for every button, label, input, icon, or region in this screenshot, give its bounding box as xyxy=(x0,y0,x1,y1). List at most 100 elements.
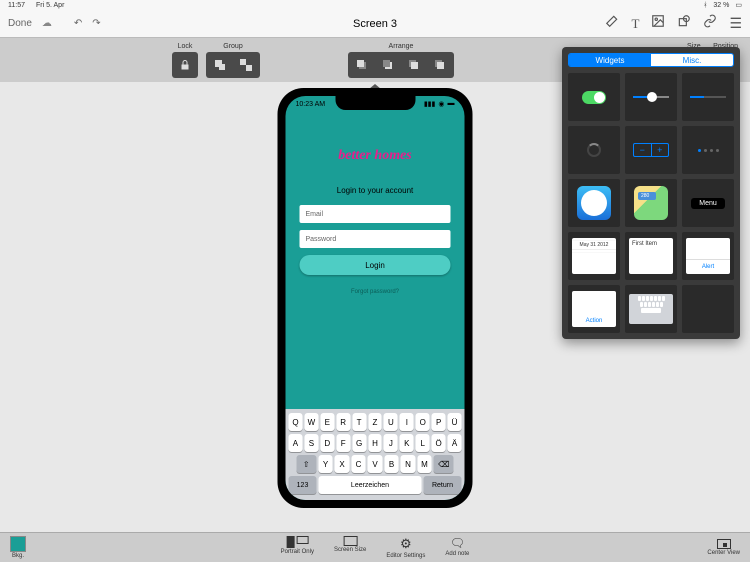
kb-key[interactable]: B xyxy=(384,455,399,473)
kb-key[interactable]: P xyxy=(432,413,446,431)
widget-menu[interactable]: Menu xyxy=(682,179,734,227)
kb-key[interactable]: E xyxy=(320,413,334,431)
link-tool-icon[interactable] xyxy=(703,14,717,33)
kb-key[interactable]: U xyxy=(384,413,398,431)
kb-key[interactable]: G xyxy=(352,434,366,452)
kb-row-3: ⇧YXCVBNM⌫ xyxy=(289,455,462,473)
kb-key[interactable]: D xyxy=(320,434,334,452)
battery-icon: ▭ xyxy=(735,1,742,9)
battery-text: 32 % xyxy=(713,2,729,9)
image-tool-icon[interactable] xyxy=(651,14,665,33)
lock-button[interactable] xyxy=(172,52,198,78)
kb-key[interactable]: R xyxy=(336,413,350,431)
forgot-password-link[interactable]: Forgot password? xyxy=(286,289,465,295)
widget-progress[interactable] xyxy=(682,73,734,121)
redo-button[interactable]: ↷ xyxy=(92,18,100,29)
tab-misc[interactable]: Misc. xyxy=(651,54,733,66)
text-tool-icon[interactable]: T xyxy=(631,16,639,32)
arrange-label: Arrange xyxy=(389,43,414,50)
add-note-button[interactable]: Add note xyxy=(445,536,469,559)
kb-key[interactable]: Ö xyxy=(432,434,446,452)
widget-alert[interactable]: Alert xyxy=(682,232,734,280)
widget-empty[interactable] xyxy=(682,285,734,333)
kb-key[interactable]: X xyxy=(335,455,350,473)
kb-backspace[interactable]: ⌫ xyxy=(434,455,454,473)
kb-key[interactable]: Y xyxy=(318,455,333,473)
center-view-icon xyxy=(717,539,731,549)
status-date: Fri 5. Apr xyxy=(36,2,64,9)
signal-icon: ▮▮▮ xyxy=(424,100,436,108)
bkg-swatch-icon xyxy=(10,536,26,552)
shape-tool-icon[interactable] xyxy=(677,14,691,33)
kb-key[interactable]: C xyxy=(351,455,366,473)
kb-key[interactable]: W xyxy=(304,413,318,431)
center-view-button[interactable]: Center View xyxy=(707,539,740,556)
phone-battery-icon: ▬ xyxy=(448,100,455,108)
kb-key[interactable]: A xyxy=(289,434,303,452)
kb-row-1: QWERTZUIOPÜ xyxy=(289,413,462,431)
menu-icon[interactable]: ☰ xyxy=(729,15,742,32)
kb-key[interactable]: H xyxy=(368,434,382,452)
widget-page-control[interactable] xyxy=(682,126,734,174)
kb-key[interactable]: S xyxy=(304,434,318,452)
widget-slider[interactable] xyxy=(625,73,677,121)
group-button[interactable] xyxy=(209,55,231,75)
kb-shift[interactable]: ⇧ xyxy=(296,455,316,473)
screen-size-button[interactable]: Screen Size xyxy=(334,536,366,559)
phone-frame[interactable]: 10:23 AM ▮▮▮◉▬ better homes Login to you… xyxy=(278,88,473,508)
screen-title: Screen 3 xyxy=(353,18,397,30)
kb-return[interactable]: Return xyxy=(424,476,462,494)
arrange-backward[interactable] xyxy=(377,55,399,75)
group-label: Group xyxy=(223,43,242,50)
kb-key[interactable]: L xyxy=(416,434,430,452)
editor-settings-button[interactable]: Editor Settings xyxy=(386,536,425,559)
kb-space[interactable]: Leerzeichen xyxy=(319,476,422,494)
widget-keyboard[interactable] xyxy=(625,285,677,333)
kb-key[interactable]: N xyxy=(401,455,416,473)
wifi-icon: ◉ xyxy=(438,100,444,108)
password-field[interactable]: Password xyxy=(300,230,451,248)
kb-key[interactable]: J xyxy=(384,434,398,452)
top-toolbar: Done ☁ ↶ ↷ Screen 3 T ☰ xyxy=(0,10,750,38)
kb-key[interactable]: F xyxy=(336,434,350,452)
widget-action-sheet[interactable]: Action xyxy=(568,285,620,333)
kb-key[interactable]: V xyxy=(368,455,383,473)
kb-key[interactable]: I xyxy=(400,413,414,431)
kb-key[interactable]: Q xyxy=(289,413,303,431)
widget-panel: Widgets Misc. −+ Menu May 31 2012 First … xyxy=(562,47,740,339)
phone-keyboard: QWERTZUIOPÜ ASDFGHJKLÖÄ ⇧YXCVBNM⌫ 123 Le… xyxy=(286,409,465,500)
widget-stepper[interactable]: −+ xyxy=(625,126,677,174)
arrange-front[interactable] xyxy=(429,55,451,75)
arrange-forward[interactable] xyxy=(403,55,425,75)
done-button[interactable]: Done xyxy=(8,18,32,29)
kb-key[interactable]: Ü xyxy=(448,413,462,431)
widget-date-picker[interactable]: May 31 2012 xyxy=(568,232,620,280)
magic-wand-icon[interactable] xyxy=(605,14,619,33)
kb-key[interactable]: K xyxy=(400,434,414,452)
bottom-toolbar: Bkg. Portrait Only Screen Size Editor Se… xyxy=(0,532,750,562)
login-button[interactable]: Login xyxy=(300,255,451,275)
cloud-icon[interactable]: ☁ xyxy=(42,18,52,29)
ungroup-button[interactable] xyxy=(235,55,257,75)
kb-key[interactable]: Z xyxy=(368,413,382,431)
widget-switch[interactable] xyxy=(568,73,620,121)
lock-label: Lock xyxy=(178,43,193,50)
background-color-button[interactable]: Bkg. xyxy=(10,536,26,559)
undo-button[interactable]: ↶ xyxy=(74,18,82,29)
kb-key[interactable]: Ä xyxy=(448,434,462,452)
tab-widgets[interactable]: Widgets xyxy=(569,54,651,66)
widget-maps[interactable] xyxy=(625,179,677,227)
kb-key[interactable]: M xyxy=(417,455,432,473)
phone-time: 10:23 AM xyxy=(296,101,326,108)
widget-table[interactable]: First Item xyxy=(625,232,677,280)
arrange-back[interactable] xyxy=(351,55,373,75)
email-field[interactable]: Email xyxy=(300,205,451,223)
widget-safari[interactable] xyxy=(568,179,620,227)
status-time: 11:57 xyxy=(8,2,25,9)
kb-numeric[interactable]: 123 xyxy=(289,476,317,494)
kb-key[interactable]: T xyxy=(352,413,366,431)
portrait-only-button[interactable]: Portrait Only xyxy=(281,536,314,559)
kb-key[interactable]: O xyxy=(416,413,430,431)
phone-screen: 10:23 AM ▮▮▮◉▬ better homes Login to you… xyxy=(286,96,465,500)
widget-spinner[interactable] xyxy=(568,126,620,174)
